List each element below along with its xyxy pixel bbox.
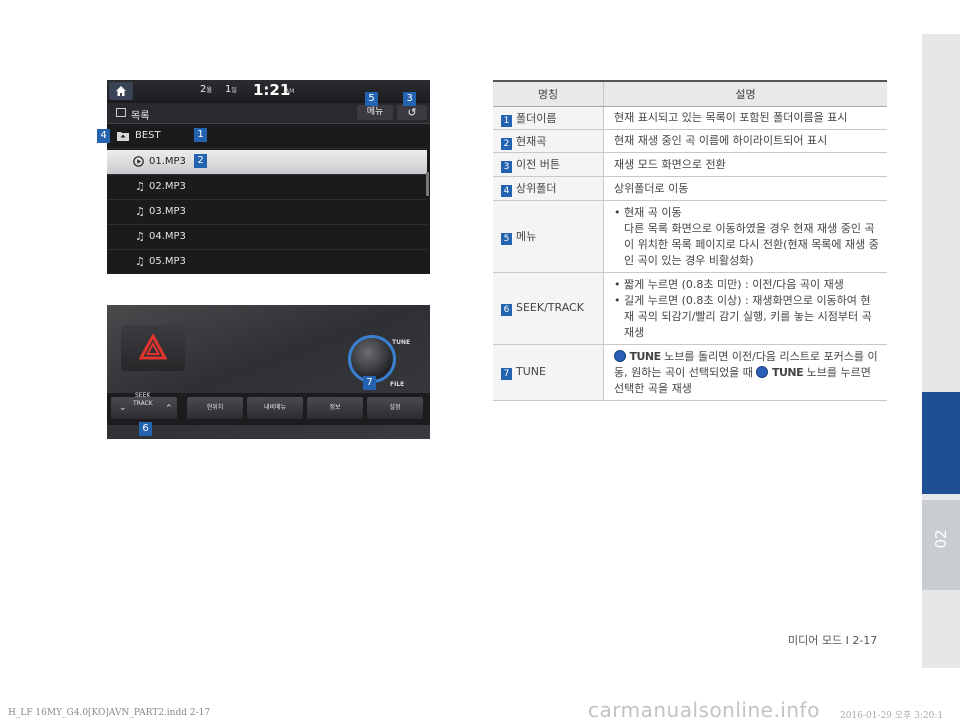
row-desc: 현재 표시되고 있는 목록이 포함된 폴더이름을 표시 <box>603 106 887 130</box>
home-icon <box>116 86 126 96</box>
chevron-down-icon: ⌄ <box>119 403 127 413</box>
row-desc: 재생 모드 화면으로 전환 <box>603 152 887 177</box>
table-row: 6 SEEK/TRACK • 짧게 누르면 (0.8초 미만) : 이전/다음 곡… <box>493 272 887 345</box>
row-number: 1 <box>501 114 512 127</box>
dashboard-photo: TUNE FILE ⌄ SEEK TRACK ⌃ 현위치 내비메뉴 정보 설정 <box>107 305 430 439</box>
hw-button-settings[interactable]: 설정 <box>367 397 423 419</box>
table-header: 명칭 설명 <box>493 80 887 107</box>
chapter-number: 02 <box>932 529 950 549</box>
media-list-screen: 2월 1일 1:21 AM 목록 메뉴 ↺ BEST 01.MP3 ♫ 02.M… <box>107 80 430 274</box>
clock-ampm: AM <box>285 88 295 95</box>
table-row: 7 TUNE TUNE 노브를 돌리면 이전/다음 리스트로 포커스를 이동, 원… <box>493 344 887 401</box>
print-slug: H_LF 16MY_G4.0[KO]AVN_PART2.indd 2-17 <box>8 708 211 718</box>
badge-folder-name: 1 <box>194 128 207 142</box>
row-desc: 다른 목록 화면으로 이동하였을 경우 현재 재생 중인 곡이 위치한 목록 페… <box>624 221 879 267</box>
row-name: 상위폴더 <box>516 182 557 195</box>
tune-label: TUNE <box>392 339 411 346</box>
row-number: 3 <box>501 161 512 173</box>
track-label: 01.MP3 <box>149 156 186 167</box>
table-row: 4 상위폴더 상위폴더로 이동 <box>493 176 887 201</box>
track-row-5[interactable]: ♫ 05.MP3 <box>107 250 427 274</box>
hazard-button[interactable] <box>121 325 185 371</box>
track-label: 04.MP3 <box>149 231 186 242</box>
row-name: 이전 버튼 <box>516 158 560 171</box>
status-day: 1일 <box>225 84 237 95</box>
button-strip: ⌄ SEEK TRACK ⌃ 현위치 내비메뉴 정보 설정 <box>107 392 430 425</box>
seek-track-button[interactable]: ⌄ SEEK TRACK ⌃ <box>111 392 177 419</box>
music-note-icon: ♫ <box>135 230 145 243</box>
table-row: 2 현재곡 현재 재생 중인 곡 이름에 하이라이트되어 표시 <box>493 129 887 153</box>
description-table: 명칭 설명 1 폴더이름 현재 표시되고 있는 목록이 포함된 폴더이름을 표시 … <box>493 80 887 401</box>
seek-label: SEEK <box>135 392 151 399</box>
row-name: SEEK/TRACK <box>516 301 584 314</box>
knob-icon <box>756 365 769 378</box>
hw-button-info[interactable]: 정보 <box>307 397 363 419</box>
track-row-4[interactable]: ♫ 04.MP3 <box>107 225 427 250</box>
status-bar: 2월 1일 1:21 AM <box>107 80 430 101</box>
row-desc: TUNE 노브를 돌리면 이전/다음 리스트로 포커스를 이동, 원하는 곡이 … <box>603 344 887 401</box>
hw-button-location[interactable]: 현위치 <box>187 397 243 419</box>
side-tab-chapter: 02 <box>922 500 960 590</box>
list-icon <box>116 108 126 117</box>
play-circle-icon <box>133 156 144 167</box>
knob-icon <box>614 349 626 362</box>
badge-seek: 6 <box>139 422 152 436</box>
row-number: 2 <box>501 137 512 150</box>
scrollbar-thumb[interactable] <box>426 172 429 196</box>
status-month: 2월 <box>200 84 212 95</box>
chevron-up-icon: ⌃ <box>165 404 173 414</box>
row-desc: 현재 재생 중인 곡 이름에 하이라이트되어 표시 <box>603 129 887 153</box>
row-bullet: • 현재 곡 이동 <box>614 205 682 219</box>
row-desc: 상위폴더로 이동 <box>603 176 887 201</box>
table-row: 5 메뉴 • 현재 곡 이동 다른 목록 화면으로 이동하였을 경우 현재 재생 … <box>493 200 887 273</box>
music-note-icon: ♫ <box>135 180 145 193</box>
row-number: 5 <box>501 233 512 245</box>
table-row: 3 이전 버튼 재생 모드 화면으로 전환 <box>493 152 887 177</box>
row-number: 7 <box>501 368 512 380</box>
track-label: 05.MP3 <box>149 256 186 267</box>
track-row-1[interactable]: 01.MP3 <box>107 150 427 175</box>
track-label: 02.MP3 <box>149 181 186 192</box>
watermark: carmanualsonline.info <box>588 698 820 722</box>
badge-tune: 7 <box>363 376 376 390</box>
row-bullet: • 길게 누르면 (0.8초 이상) : 재생화면으로 이동하여 현재 곡의 되… <box>614 293 872 339</box>
badge-back: 3 <box>403 92 416 106</box>
hazard-triangle-icon <box>139 334 167 360</box>
music-note-icon: ♫ <box>135 205 145 218</box>
file-label: FILE <box>390 381 405 388</box>
row-number: 4 <box>501 185 512 197</box>
row-name: 메뉴 <box>516 230 537 243</box>
badge-parent-folder: 4 <box>97 129 110 143</box>
track-row-2[interactable]: ♫ 02.MP3 <box>107 175 427 200</box>
hw-button-navi-menu[interactable]: 내비메뉴 <box>247 397 303 419</box>
row-number: 6 <box>501 304 512 316</box>
list-header: 목록 메뉴 ↺ <box>107 103 430 124</box>
list-title: 목록 <box>131 111 150 122</box>
row-name: 현재곡 <box>516 134 547 148</box>
print-time: 2016-01-29 오후 3:20:1 <box>840 711 944 721</box>
folder-up-icon <box>117 132 129 141</box>
track-label: TRACK <box>133 400 153 407</box>
side-tab-active <box>922 392 960 494</box>
page-footer: 미디어 모드 I 2-17 <box>788 634 878 647</box>
parent-folder-row[interactable]: BEST <box>107 124 427 149</box>
menu-button[interactable]: 메뉴 <box>357 105 393 120</box>
badge-current-track: 2 <box>194 154 207 168</box>
badge-menu: 5 <box>365 92 378 106</box>
header-desc: 설명 <box>603 80 887 107</box>
track-row-3[interactable]: ♫ 03.MP3 <box>107 200 427 225</box>
back-button[interactable]: ↺ <box>397 105 427 120</box>
music-note-icon: ♫ <box>135 255 145 268</box>
row-name: 폴더이름 <box>516 111 557 125</box>
header-name: 명칭 <box>493 80 604 107</box>
folder-name: BEST <box>135 130 161 141</box>
row-name: TUNE <box>516 365 546 378</box>
row-bullet: • 짧게 누르면 (0.8초 미만) : 이전/다음 곡이 재생 <box>614 277 844 291</box>
track-label: 03.MP3 <box>149 206 186 217</box>
home-button[interactable] <box>109 82 133 100</box>
table-row: 1 폴더이름 현재 표시되고 있는 목록이 포함된 폴더이름을 표시 <box>493 106 887 130</box>
